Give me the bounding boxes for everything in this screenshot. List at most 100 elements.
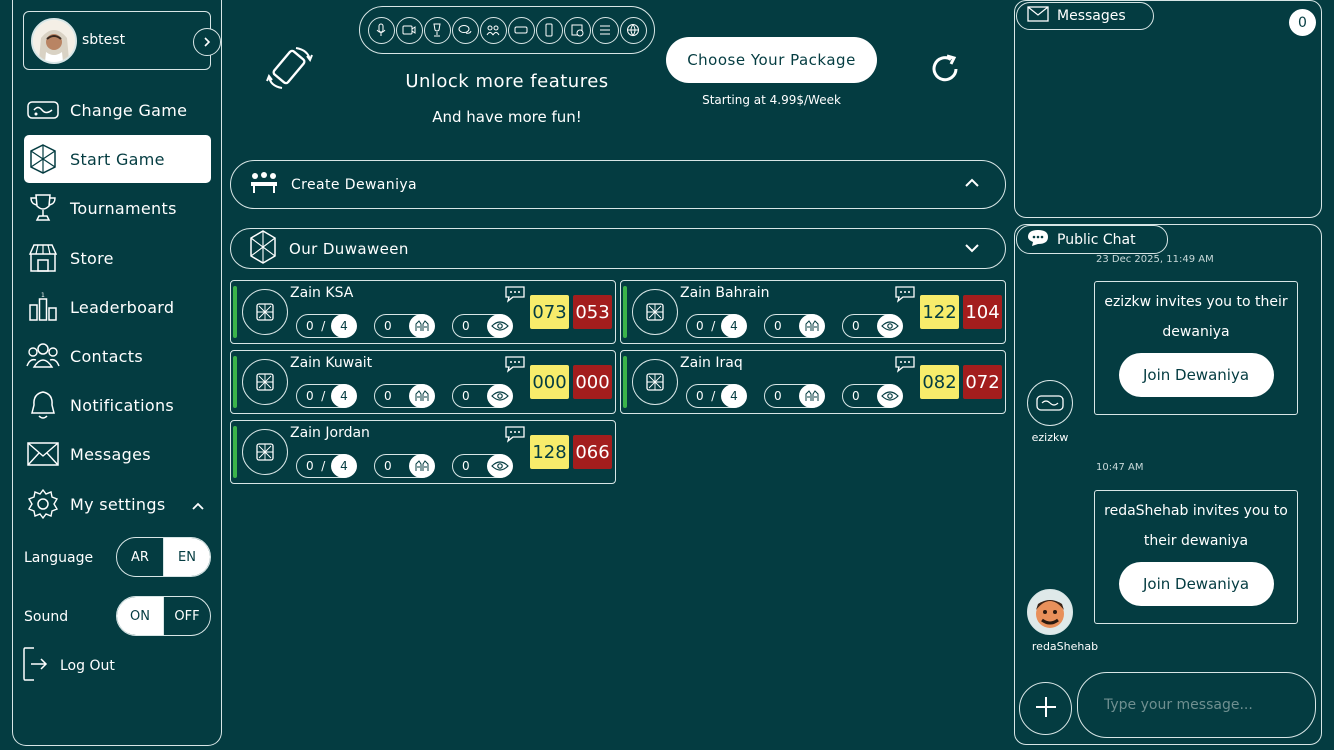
viewers-count: 0 (462, 459, 470, 473)
room-card[interactable]: Zain Iraq 0 / 4 0 0 082 072 (620, 350, 1006, 414)
eye-icon (877, 384, 903, 408)
trophy-icon (26, 191, 60, 225)
nav-label: Store (70, 248, 114, 268)
chat-bubble-icon[interactable] (504, 355, 526, 377)
nav-start-game[interactable]: Start Game (24, 135, 211, 183)
chat-bubble-icon[interactable] (894, 355, 916, 377)
room-card[interactable]: Zain Kuwait 0 / 4 0 0 000 000 (230, 350, 616, 414)
nav-change-game[interactable]: Change Game (24, 86, 211, 134)
unread-count-badge: 0 (1289, 9, 1316, 36)
rounds-count: 0 (384, 389, 392, 403)
join-dewaniya-button[interactable]: Join Dewaniya (1118, 562, 1274, 606)
chevron-down-icon (963, 240, 981, 259)
nav-tournaments[interactable]: Tournaments (24, 184, 211, 232)
chevron-up-icon[interactable] (190, 497, 206, 516)
hands-icon (799, 384, 825, 408)
rounds-count: 0 (774, 389, 782, 403)
room-status-indicator (233, 356, 237, 408)
players-stat: 0 / 4 (686, 384, 747, 408)
nav-notifications[interactable]: Notifications (24, 381, 211, 429)
bell-icon (26, 388, 60, 422)
chat-bubble-icon[interactable] (894, 285, 916, 307)
dewaniya-icon (632, 289, 678, 335)
rotate-device-icon[interactable] (266, 46, 314, 94)
hands-icon (409, 314, 435, 338)
choose-package-button[interactable]: Choose Your Package (666, 37, 877, 83)
envelope-icon (1027, 6, 1049, 26)
eye-icon (877, 314, 903, 338)
nav-contacts[interactable]: Contacts (24, 332, 211, 380)
envelope-icon (26, 437, 60, 471)
nav-label: Leaderboard (70, 297, 175, 317)
globe-icon (619, 16, 647, 44)
chat-username: ezizkw (1031, 431, 1069, 444)
players-count: 0 / (696, 389, 716, 403)
room-card[interactable]: Zain Jordan 0 / 4 0 0 128 066 (230, 420, 616, 484)
nav-leaderboard[interactable]: 1 Leaderboard (24, 283, 211, 331)
leaderboard-icon: 1 (26, 290, 60, 324)
room-name: Zain Iraq (680, 355, 743, 371)
sound-off-option[interactable]: OFF (163, 597, 210, 635)
unlock-title: Unlock more features (405, 71, 609, 92)
nav-label: My settings (70, 494, 166, 514)
players-count: 0 / (306, 319, 326, 333)
refresh-icon[interactable] (928, 52, 962, 90)
nav-store[interactable]: Store (24, 234, 211, 282)
create-dewaniya-bar[interactable]: Create Dewaniya (230, 160, 1006, 209)
sound-toggle: ON OFF (116, 596, 211, 636)
block-icon (563, 16, 591, 44)
nav-label: Change Game (70, 100, 188, 120)
max-players: 4 (331, 384, 357, 408)
chat-message-input[interactable] (1077, 672, 1316, 738)
room-status-indicator (233, 426, 237, 478)
viewers-count: 0 (852, 319, 860, 333)
logout-button[interactable]: Log Out (22, 646, 115, 686)
room-card[interactable]: Zain KSA 0 / 4 0 0 073 053 (230, 280, 616, 344)
team-a-score: 082 (920, 365, 959, 399)
nav-my-settings[interactable]: My settings (24, 480, 184, 528)
avatar[interactable] (1027, 380, 1073, 426)
rounds-stat: 0 (374, 314, 435, 338)
nav-messages[interactable]: Messages (24, 430, 211, 478)
chat-bubbles-icon (451, 16, 479, 44)
chat-message: redaShehab invites you to their dewaniya… (1094, 490, 1298, 624)
profile-card[interactable]: sbtest (23, 11, 221, 70)
store-icon (26, 241, 60, 275)
viewers-count: 0 (462, 319, 470, 333)
sound-on-option[interactable]: ON (117, 597, 163, 635)
svg-text:1: 1 (41, 292, 45, 299)
microphone-icon (367, 16, 395, 44)
cards-icon (507, 16, 535, 44)
price-note: Starting at 4.99$/Week (702, 93, 841, 107)
max-players: 4 (721, 314, 747, 338)
team-a-score: 122 (920, 295, 959, 329)
avatar[interactable] (1027, 589, 1073, 635)
viewers-stat: 0 (842, 384, 903, 408)
players-stat: 0 / 4 (296, 314, 357, 338)
chat-timestamp: 23 Dec 2025, 11:49 AM (1096, 254, 1214, 265)
dewaniya-icon (632, 359, 678, 405)
username: sbtest (82, 32, 126, 48)
unlock-subtitle: And have more fun! (432, 108, 582, 126)
contacts-icon (26, 339, 60, 373)
public-chat-tab[interactable]: Public Chat (1016, 225, 1168, 254)
rounds-count: 0 (774, 319, 782, 333)
join-dewaniya-button[interactable]: Join Dewaniya (1118, 353, 1274, 397)
messages-tab[interactable]: Messages (1016, 2, 1154, 30)
eye-icon (487, 314, 513, 338)
room-name: Zain Bahrain (680, 285, 770, 301)
lang-ar-option[interactable]: AR (117, 538, 163, 576)
add-attachment-button[interactable] (1019, 682, 1072, 735)
eye-icon (487, 454, 513, 478)
chat-bubble-icon[interactable] (504, 425, 526, 447)
chat-bubble-icon[interactable] (504, 285, 526, 307)
logout-icon (22, 646, 48, 686)
chat-username: redaShehab (1031, 640, 1099, 653)
chevron-right-icon[interactable] (193, 28, 221, 56)
team-b-score: 000 (573, 365, 612, 399)
room-card[interactable]: Zain Bahrain 0 / 4 0 0 122 104 (620, 280, 1006, 344)
rounds-count: 0 (384, 319, 392, 333)
plus-icon (1034, 695, 1058, 723)
lang-en-option[interactable]: EN (163, 538, 210, 576)
our-duwaween-bar[interactable]: Our Duwaween (230, 228, 1006, 269)
